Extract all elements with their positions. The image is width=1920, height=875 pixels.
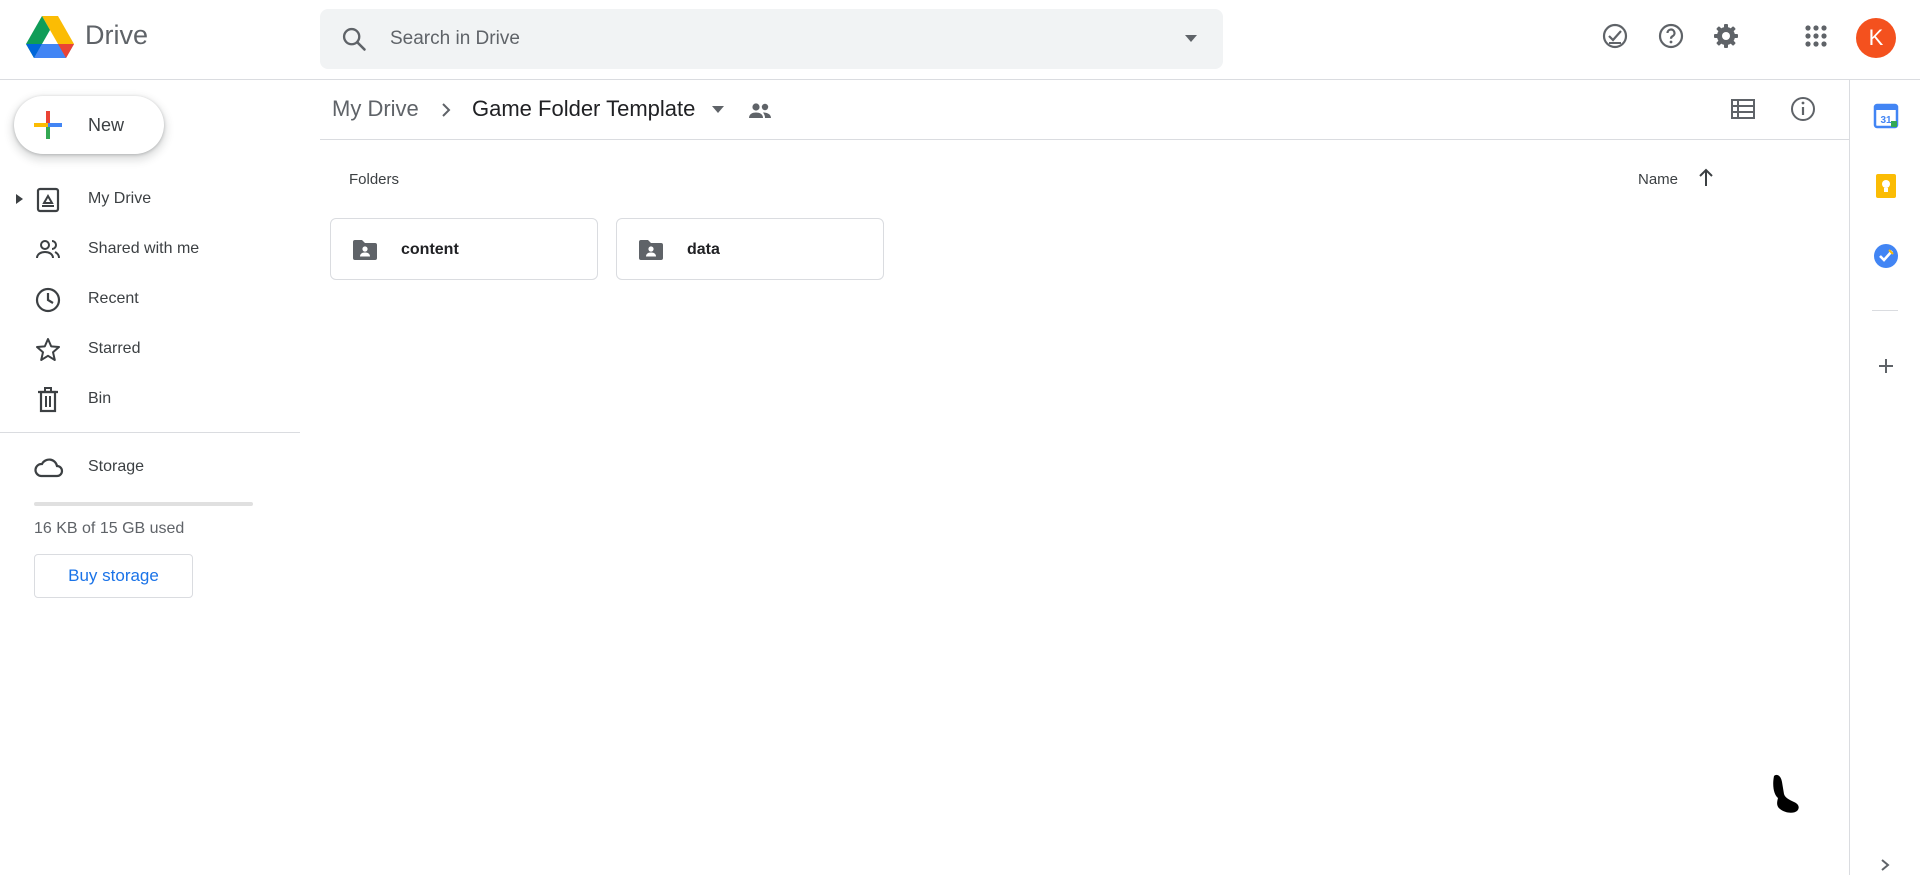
- folder-card[interactable]: content: [330, 218, 598, 280]
- sidebar-item-recent[interactable]: Recent: [0, 274, 290, 324]
- sort-by-name[interactable]: Name: [1638, 171, 1678, 188]
- storage-usage-bar: [34, 502, 253, 506]
- buy-storage-button[interactable]: Buy storage: [34, 554, 193, 598]
- info-icon[interactable]: [1788, 94, 1818, 124]
- drive-logo-icon[interactable]: [26, 16, 74, 60]
- folders-section-title: Folders: [349, 171, 400, 188]
- shared-folder-icon: [639, 240, 663, 260]
- arrow-up-icon[interactable]: [1696, 166, 1716, 190]
- add-icon[interactable]: [1872, 352, 1900, 380]
- clock-icon: [35, 287, 61, 313]
- expand-caret-icon[interactable]: [14, 193, 24, 205]
- app-name[interactable]: Drive: [85, 20, 148, 51]
- help-icon[interactable]: [1655, 20, 1687, 52]
- svg-text:31: 31: [1880, 115, 1892, 126]
- shared-folder-icon[interactable]: [747, 100, 773, 122]
- apps-grid-icon[interactable]: [1800, 20, 1832, 52]
- sidebar-item-shared-with-me[interactable]: Shared with me: [0, 224, 290, 274]
- storage-label: Storage: [88, 458, 145, 475]
- new-button[interactable]: New: [14, 96, 164, 154]
- list-view-icon[interactable]: [1728, 94, 1758, 124]
- side-panel-divider: [1872, 310, 1898, 311]
- new-button-label: New: [88, 115, 125, 135]
- folder-name: content: [401, 241, 459, 258]
- folder-card[interactable]: data: [616, 218, 884, 280]
- sidebar-nav: My Drive Shared with me Recent Starred B…: [0, 174, 300, 424]
- search-options-dropdown-icon[interactable]: [1183, 31, 1199, 47]
- shared-with-me-icon: [36, 240, 60, 259]
- breadcrumb: My Drive Game Folder Template: [320, 80, 1850, 140]
- keep-icon[interactable]: [1872, 172, 1900, 200]
- side-panel: 31: [1849, 80, 1920, 875]
- star-icon: [36, 338, 60, 361]
- account-avatar[interactable]: K: [1856, 18, 1896, 58]
- left-sidebar: New My Drive Shared with me Recent Starr…: [0, 80, 300, 875]
- tasks-icon[interactable]: [1872, 242, 1900, 270]
- sidebar-item-label: Starred: [88, 340, 141, 357]
- folder-name: data: [687, 241, 720, 258]
- top-bar: Drive K: [0, 0, 1920, 80]
- sidebar-divider: [0, 432, 300, 433]
- sidebar-item-storage[interactable]: Storage: [0, 442, 290, 492]
- calendar-icon[interactable]: 31: [1872, 102, 1900, 130]
- cloud-icon: [34, 458, 64, 478]
- folder-menu-dropdown-icon[interactable]: [710, 104, 726, 116]
- search-icon[interactable]: [340, 25, 368, 53]
- sidebar-item-label: Shared with me: [88, 240, 200, 257]
- grab-cursor-icon: [1773, 774, 1799, 813]
- sidebar-item-label: Recent: [88, 290, 139, 307]
- sidebar-item-starred[interactable]: Starred: [0, 324, 290, 374]
- my-drive-icon: [36, 187, 60, 213]
- shared-folder-icon: [353, 240, 377, 260]
- breadcrumb-my-drive[interactable]: My Drive: [332, 96, 419, 122]
- storage-usage-text: 16 KB of 15 GB used: [34, 520, 185, 537]
- search-bar[interactable]: [320, 9, 1223, 69]
- chevron-right-icon[interactable]: [1878, 858, 1892, 872]
- sidebar-item-label: Bin: [88, 390, 112, 407]
- sidebar-item-bin[interactable]: Bin: [0, 374, 290, 424]
- ready-for-offline-icon[interactable]: [1599, 20, 1631, 52]
- breadcrumb-current-folder[interactable]: Game Folder Template: [472, 96, 695, 122]
- trash-icon: [38, 387, 58, 413]
- plus-icon: [34, 111, 62, 139]
- sidebar-item-my-drive[interactable]: My Drive: [0, 174, 290, 224]
- chevron-right-icon: [442, 103, 451, 117]
- settings-icon[interactable]: [1710, 20, 1742, 52]
- search-input[interactable]: [390, 9, 1130, 69]
- sidebar-item-label: My Drive: [88, 190, 152, 207]
